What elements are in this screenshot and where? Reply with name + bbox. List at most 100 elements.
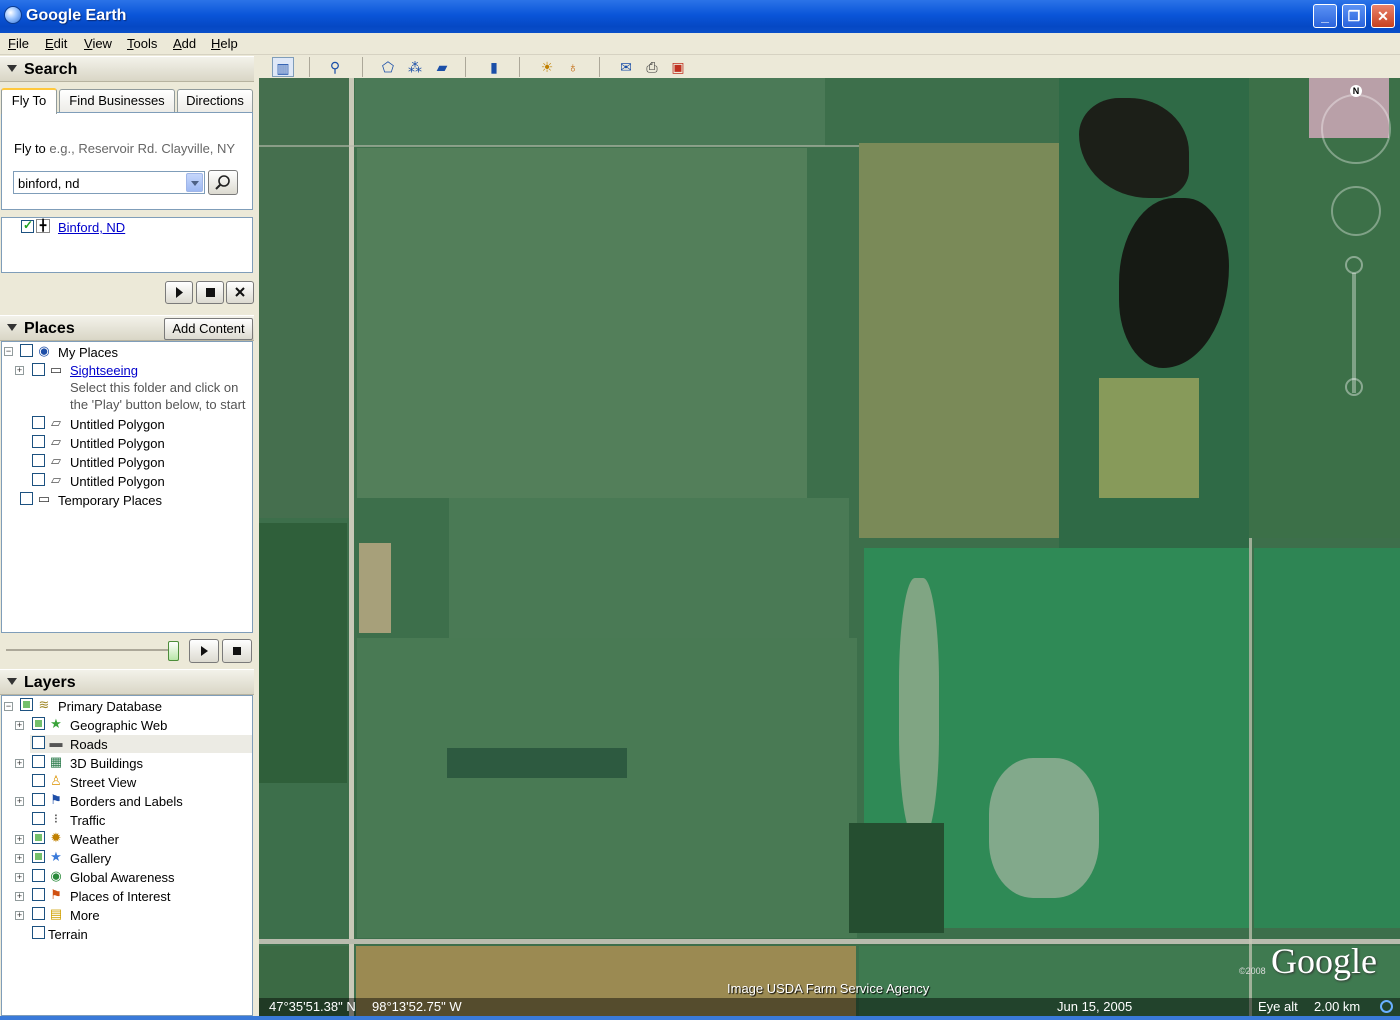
compass-north-button[interactable]: N	[1350, 85, 1362, 97]
checkbox-primary-database[interactable]	[20, 698, 33, 711]
checkbox-roads[interactable]	[32, 736, 45, 749]
checkbox-temporary-places[interactable]	[20, 492, 33, 505]
expander-my-places[interactable]: −	[4, 347, 13, 356]
layer-geographic-web[interactable]: Geographic Web	[70, 718, 167, 733]
tab-directions[interactable]: Directions	[177, 89, 253, 113]
minimize-button[interactable]: _	[1313, 4, 1337, 28]
checkbox-street-view[interactable]	[32, 774, 45, 787]
layer-weather[interactable]: Weather	[70, 832, 119, 847]
menu-file[interactable]: File	[8, 36, 29, 51]
layer-global-awareness[interactable]: Global Awareness	[70, 870, 175, 885]
expander-primary-database[interactable]: −	[4, 702, 13, 711]
add-path-button[interactable]: ⁂	[404, 57, 426, 77]
places-item-my-places[interactable]: My Places	[58, 345, 118, 360]
sunlight-button[interactable]: ☀	[536, 57, 558, 77]
menu-help[interactable]: Help	[211, 36, 238, 51]
ruler-button[interactable]: ▮	[483, 57, 505, 77]
fly-to-input[interactable]	[18, 175, 186, 191]
add-image-overlay-button[interactable]: ▰	[431, 57, 453, 77]
places-item-polygon-3[interactable]: Untitled Polygon	[70, 455, 165, 470]
layer-roads[interactable]: Roads	[70, 737, 108, 752]
checkbox-borders-labels[interactable]	[32, 793, 45, 806]
move-joystick[interactable]	[1331, 186, 1381, 236]
checkbox-global-awareness[interactable]	[32, 869, 45, 882]
stop-places-button[interactable]	[222, 639, 252, 663]
layer-borders-labels[interactable]: Borders and Labels	[70, 794, 183, 809]
add-placemark-button[interactable]: ⚲	[324, 57, 346, 77]
close-button[interactable]: ✕	[1371, 4, 1395, 28]
menu-view[interactable]: View	[84, 36, 112, 51]
checkbox-geographic-web[interactable]	[32, 717, 45, 730]
layer-3d-buildings[interactable]: 3D Buildings	[70, 756, 143, 771]
checkbox-polygon-3[interactable]	[32, 454, 45, 467]
places-item-polygon-1[interactable]: Untitled Polygon	[70, 417, 165, 432]
print-icon[interactable]: ⎙	[641, 57, 663, 77]
fly-to-combobox[interactable]	[13, 171, 205, 194]
checkbox-polygon-4[interactable]	[32, 473, 45, 486]
checkbox-polygon-2[interactable]	[32, 435, 45, 448]
view-in-maps-icon[interactable]: ▣	[667, 57, 689, 77]
toggle-sidebar-button[interactable]: ▥	[272, 57, 294, 77]
chevron-down-icon[interactable]	[186, 173, 203, 192]
checkbox-my-places[interactable]	[20, 344, 33, 357]
places-item-polygon-2[interactable]: Untitled Polygon	[70, 436, 165, 451]
checkbox-more[interactable]	[32, 907, 45, 920]
menu-edit[interactable]: Edit	[45, 36, 67, 51]
places-item-temporary-places[interactable]: Temporary Places	[58, 493, 162, 508]
layer-places-of-interest[interactable]: Places of Interest	[70, 889, 170, 904]
clear-results-button[interactable]	[226, 281, 254, 304]
add-content-button[interactable]: Add Content	[164, 318, 253, 340]
title-bar[interactable]: Google Earth _ ❐ ✕	[0, 0, 1400, 33]
checkbox-traffic[interactable]	[32, 812, 45, 825]
layer-gallery[interactable]: Gallery	[70, 851, 111, 866]
zoom-slider[interactable]	[1352, 273, 1356, 393]
maximize-button[interactable]: ❐	[1342, 4, 1366, 28]
tab-find-businesses[interactable]: Find Businesses	[59, 89, 175, 113]
checkbox-weather[interactable]	[32, 831, 45, 844]
result-binford-nd[interactable]: Binford, ND	[58, 220, 125, 235]
sky-mode-button[interactable]: ♁	[562, 57, 584, 77]
checkbox-gallery[interactable]	[32, 850, 45, 863]
layer-more[interactable]: More	[70, 908, 100, 923]
menu-bar: File Edit View Tools Add Help	[0, 33, 1400, 55]
layer-primary-database[interactable]: Primary Database	[58, 699, 162, 714]
checkbox-3d-buildings[interactable]	[32, 755, 45, 768]
layers-panel-header[interactable]: Layers	[0, 669, 254, 695]
checkbox-places-of-interest[interactable]	[32, 888, 45, 901]
menu-add[interactable]: Add	[173, 36, 196, 51]
layer-traffic[interactable]: Traffic	[70, 813, 105, 828]
expander-borders-labels[interactable]: +	[15, 797, 24, 806]
zoom-out-button[interactable]	[1345, 378, 1363, 396]
tour-speed-slider-track[interactable]	[6, 649, 176, 651]
fly-to-label: Fly to e.g., Reservoir Rd. Clayville, NY	[14, 141, 235, 156]
email-icon[interactable]: ✉	[615, 57, 637, 77]
expander-geographic-web[interactable]: +	[15, 721, 24, 730]
search-panel-header[interactable]: Search	[0, 56, 254, 82]
expander-global-awareness[interactable]: +	[15, 873, 24, 882]
stop-tour-button[interactable]	[196, 281, 224, 304]
expander-3d-buildings[interactable]: +	[15, 759, 24, 768]
menu-tools[interactable]: Tools	[127, 36, 157, 51]
zoom-in-button[interactable]	[1345, 256, 1363, 274]
tour-speed-slider-thumb[interactable]	[168, 641, 179, 661]
expander-places-of-interest[interactable]: +	[15, 892, 24, 901]
expander-weather[interactable]: +	[15, 835, 24, 844]
checkbox-polygon-1[interactable]	[32, 416, 45, 429]
checkbox-sightseeing[interactable]	[32, 363, 45, 376]
expander-more[interactable]: +	[15, 911, 24, 920]
result-checkbox[interactable]	[21, 218, 34, 233]
layer-terrain[interactable]: Terrain	[48, 927, 88, 942]
checkbox-terrain[interactable]	[32, 926, 45, 939]
play-places-button[interactable]	[189, 639, 219, 663]
play-tour-button[interactable]	[165, 281, 193, 304]
layer-street-view[interactable]: Street View	[70, 775, 136, 790]
places-item-sightseeing[interactable]: Sightseeing	[70, 363, 138, 378]
tab-fly-to[interactable]: Fly To	[1, 88, 57, 114]
search-button[interactable]	[208, 170, 238, 195]
look-joystick[interactable]	[1321, 94, 1391, 164]
places-item-polygon-4[interactable]: Untitled Polygon	[70, 474, 165, 489]
earth-map-view[interactable]: N Image USDA Farm Service Agency ©2008 G…	[259, 78, 1400, 1016]
expander-gallery[interactable]: +	[15, 854, 24, 863]
add-polygon-button[interactable]: ⬠	[377, 57, 399, 77]
expander-sightseeing[interactable]: +	[15, 366, 24, 375]
